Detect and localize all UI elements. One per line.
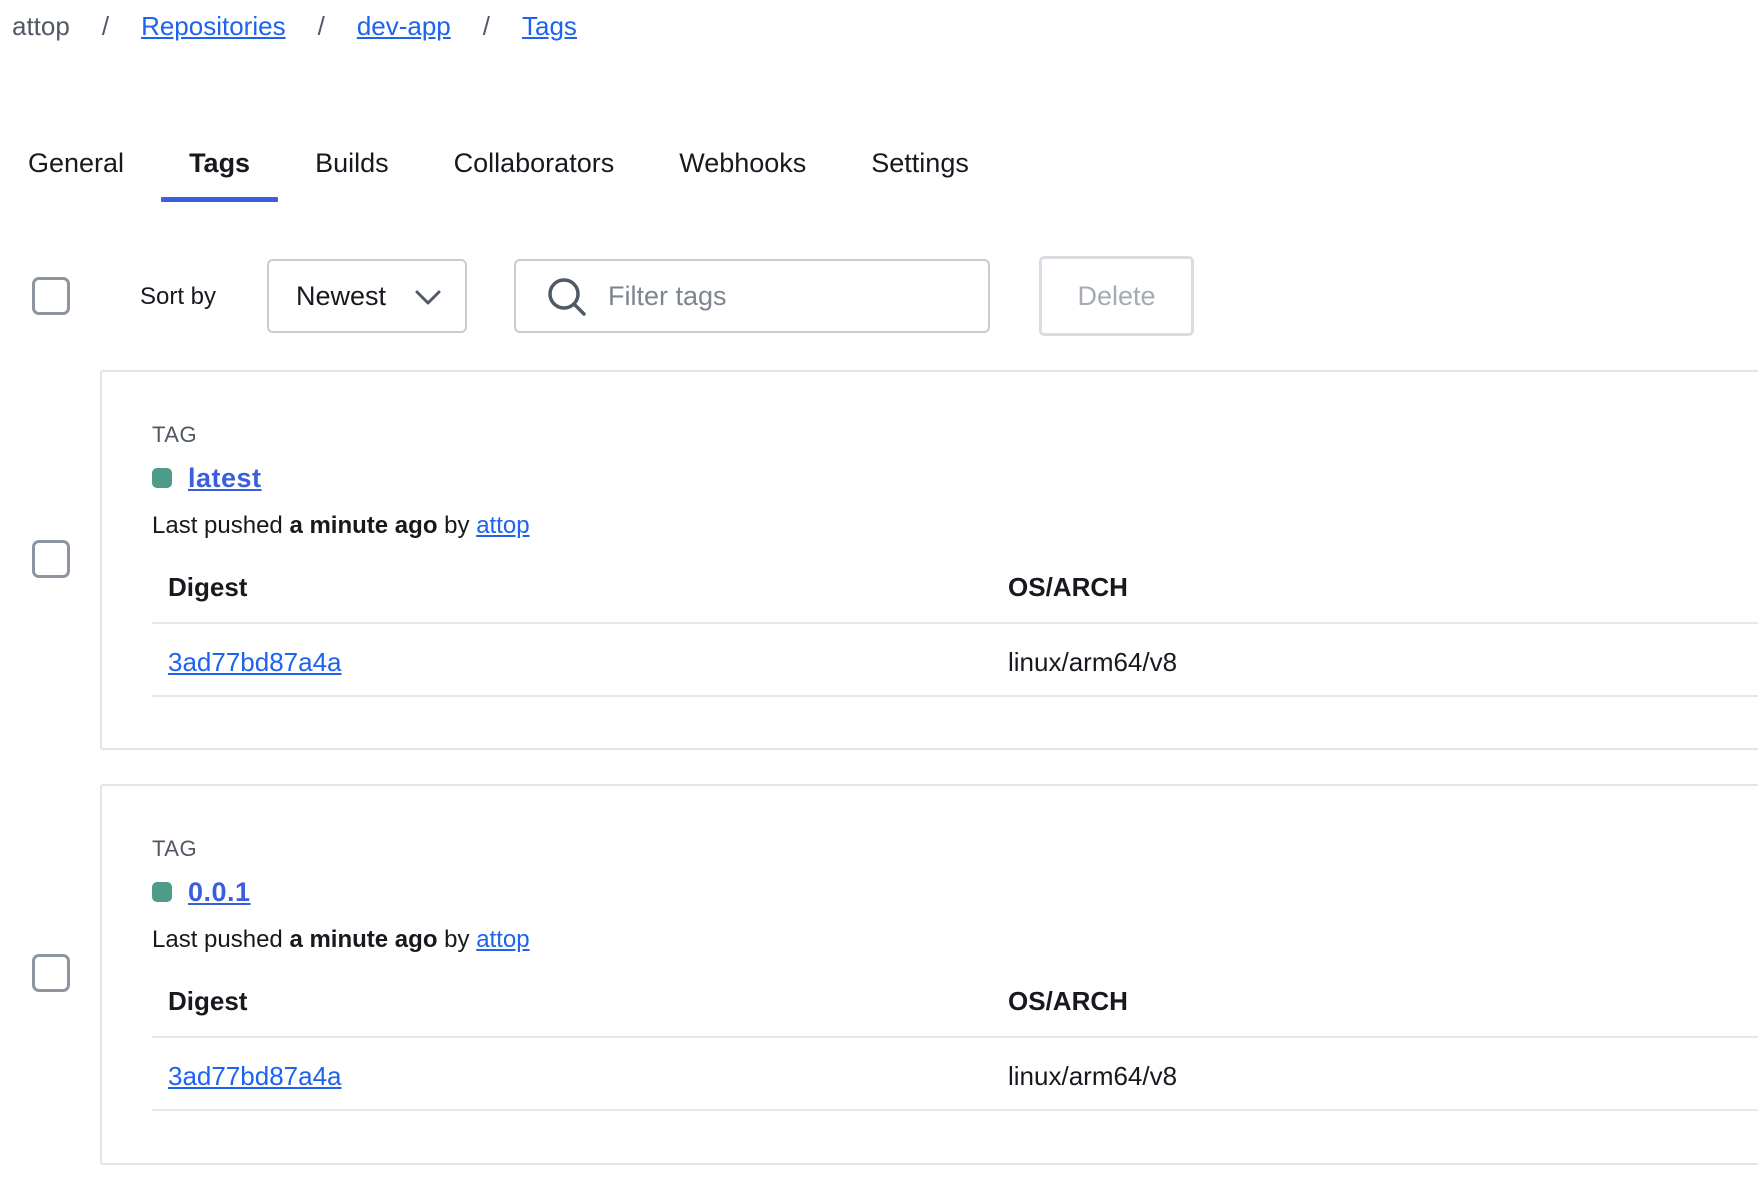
tag-card: TAG latest Last pushed a minute ago by a… <box>100 370 1758 750</box>
digest-table-header: Digest OS/ARCH <box>152 966 1758 1038</box>
tag-name-link[interactable]: 0.0.1 <box>188 877 251 908</box>
breadcrumb-root: attop <box>12 10 70 41</box>
breadcrumb-separator: / <box>101 10 110 41</box>
os-arch-value: linux/arm64/v8 <box>1008 1061 1178 1091</box>
breadcrumb-repo-link[interactable]: dev-app <box>357 11 451 42</box>
tab-collaborators[interactable]: Collaborators <box>426 130 643 202</box>
digest-table: Digest OS/ARCH 3ad77bd87a4a linux/arm64/… <box>152 552 1758 697</box>
repo-tabs: General Tags Builds Collaborators Webhoo… <box>0 130 1006 202</box>
pushed-by-user-link[interactable]: attop <box>476 926 529 953</box>
tab-webhooks[interactable]: Webhooks <box>651 130 834 202</box>
pushed-when: a minute ago <box>289 926 438 953</box>
tab-label: Collaborators <box>453 148 615 178</box>
tab-label: General <box>28 148 125 178</box>
tab-tags[interactable]: Tags <box>161 130 279 202</box>
tag-section-label: TAG <box>152 836 198 861</box>
sort-select[interactable]: Newest <box>267 259 467 333</box>
digest-table: Digest OS/ARCH 3ad77bd87a4a linux/arm64/… <box>152 966 1758 1111</box>
tag-card: TAG 0.0.1 Last pushed a minute ago by at… <box>100 784 1758 1165</box>
sort-select-value: Newest <box>296 280 387 311</box>
status-dot-icon <box>152 882 172 902</box>
breadcrumb: attop / Repositories / dev-app / Tags <box>12 6 577 46</box>
digest-column-header: Digest <box>168 572 248 602</box>
os-arch-value: linux/arm64/v8 <box>1008 647 1178 677</box>
tab-label: Webhooks <box>679 148 807 178</box>
search-icon <box>548 278 586 316</box>
last-pushed-text: Last pushed a minute ago by attop <box>152 926 530 954</box>
delete-button[interactable]: Delete <box>1039 256 1194 336</box>
tab-label: Builds <box>315 148 389 178</box>
breadcrumb-tags-link[interactable]: Tags <box>522 11 577 42</box>
select-all-checkbox[interactable] <box>32 277 70 315</box>
digest-link[interactable]: 3ad77bd87a4a <box>168 647 342 678</box>
digest-column-header: Digest <box>168 986 248 1016</box>
os-arch-column-header: OS/ARCH <box>1008 986 1128 1016</box>
filter-tags-field <box>514 259 990 333</box>
status-dot-icon <box>152 468 172 488</box>
pushed-prefix: Last pushed <box>152 926 283 953</box>
pushed-when: a minute ago <box>289 512 438 539</box>
breadcrumb-separator: / <box>482 10 491 41</box>
tag-section-label: TAG <box>152 422 198 447</box>
tag-name-line: latest <box>152 458 262 498</box>
chevron-down-icon <box>415 290 441 305</box>
tab-label: Tags <box>189 148 251 178</box>
tag-row-checkbox[interactable] <box>32 540 70 578</box>
digest-table-header: Digest OS/ARCH <box>152 552 1758 624</box>
digest-link[interactable]: 3ad77bd87a4a <box>168 1061 342 1092</box>
breadcrumb-repositories-link[interactable]: Repositories <box>141 11 286 42</box>
tag-row-checkbox[interactable] <box>32 954 70 992</box>
pushed-by-user-link[interactable]: attop <box>476 512 529 539</box>
active-tab-indicator <box>161 197 279 202</box>
tab-label: Settings <box>871 148 969 178</box>
tag-name-line: 0.0.1 <box>152 872 251 912</box>
tab-builds[interactable]: Builds <box>287 130 417 202</box>
last-pushed-text: Last pushed a minute ago by attop <box>152 512 530 540</box>
filter-tags-input[interactable] <box>606 261 976 331</box>
pushed-prefix: Last pushed <box>152 512 283 539</box>
tag-name-link[interactable]: latest <box>188 463 262 494</box>
breadcrumb-separator: / <box>317 10 325 41</box>
sort-by-label: Sort by <box>140 283 217 310</box>
pushed-by-word: by <box>444 512 470 539</box>
os-arch-column-header: OS/ARCH <box>1008 572 1128 602</box>
pushed-by-word: by <box>444 926 470 953</box>
tab-general[interactable]: General <box>0 130 152 202</box>
tab-settings[interactable]: Settings <box>843 130 997 202</box>
table-row: 3ad77bd87a4a linux/arm64/v8 <box>152 624 1758 697</box>
table-row: 3ad77bd87a4a linux/arm64/v8 <box>152 1038 1758 1111</box>
